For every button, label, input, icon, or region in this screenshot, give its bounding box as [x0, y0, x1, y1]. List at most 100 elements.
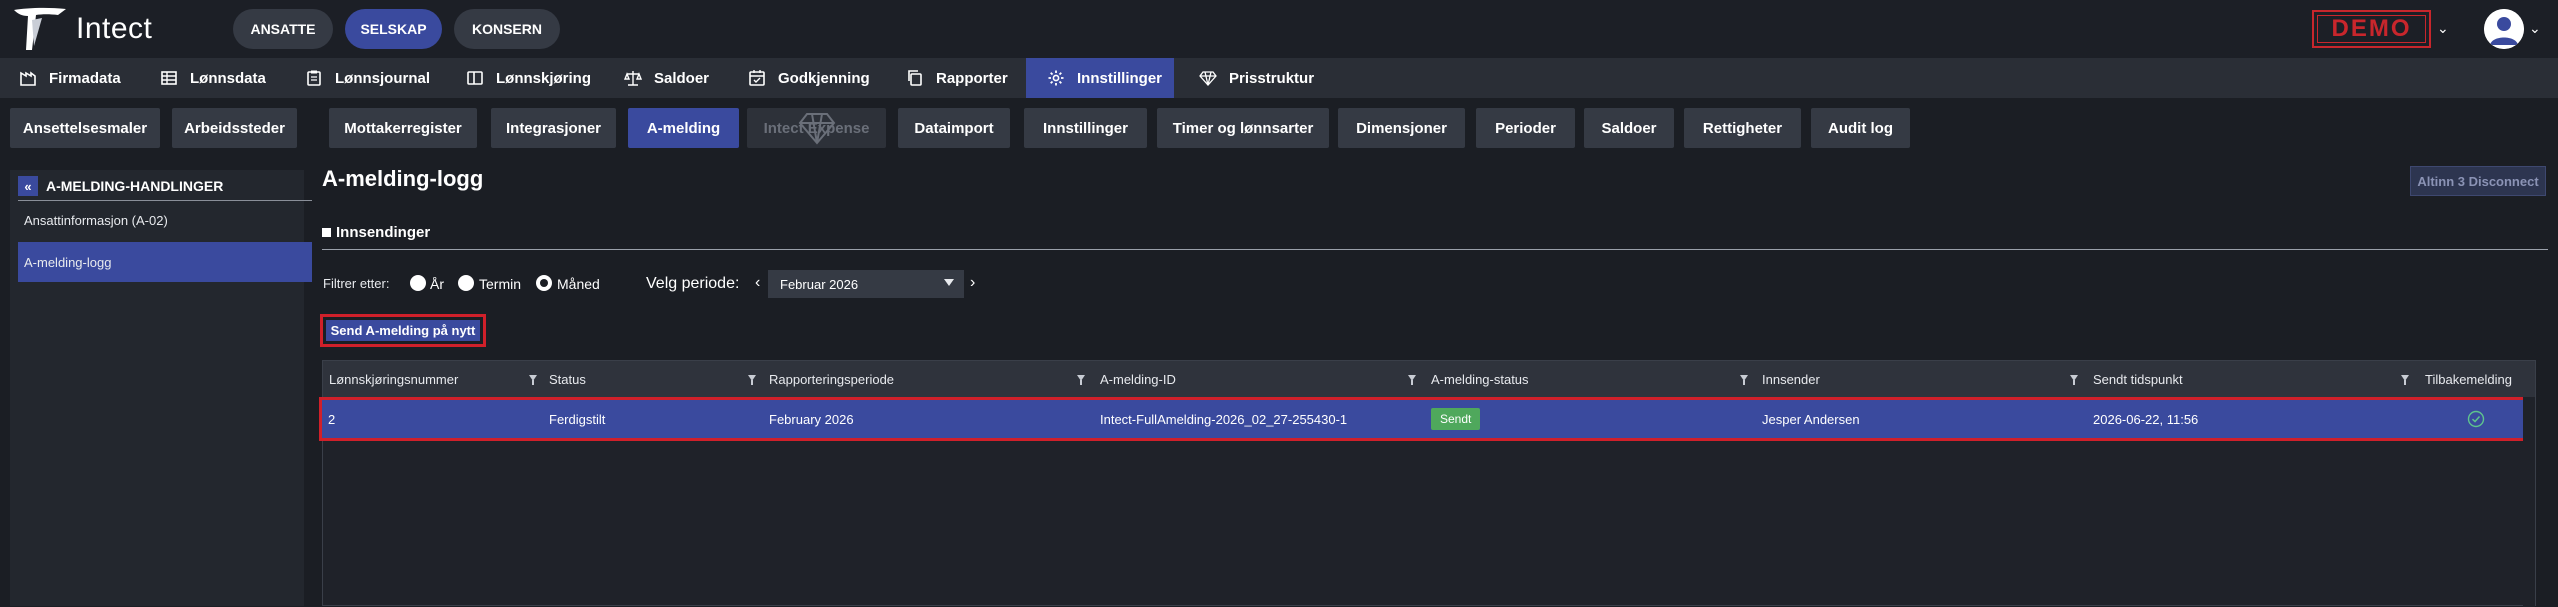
check-circle-icon[interactable]	[2467, 410, 2485, 428]
gear-icon	[1048, 70, 1064, 86]
sidebar-item-a-melding-logg[interactable]: A-melding-logg	[18, 242, 312, 282]
resend-a-melding-button[interactable]: Send A-melding på nytt	[326, 320, 480, 341]
main-nav: Firmadata Lønnsdata Lønnsjournal Lønnskj…	[0, 58, 2558, 98]
calendar-check-icon	[749, 70, 765, 86]
nav-godkjenning[interactable]: Godkjenning	[748, 58, 870, 98]
top-bar: Intect ANSATTE SELSKAP KONSERN DEMO ⌄ ⌄	[0, 0, 2558, 58]
page-title: A-melding-logg	[322, 166, 484, 191]
col-header-sender[interactable]: Innsender	[1756, 361, 1820, 397]
next-period-icon[interactable]: ›	[970, 274, 975, 292]
nav-prisstruktur[interactable]: Prisstruktur	[1199, 58, 1314, 98]
radio-maned[interactable]	[536, 275, 552, 291]
nav-label: Innstillinger	[1077, 69, 1163, 87]
filter-icon[interactable]	[529, 375, 537, 385]
nav-label: Saldoer	[654, 69, 710, 87]
nav-rapporter[interactable]: Rapporter	[906, 58, 1008, 98]
cell-status: Ferdigstilt	[549, 411, 606, 427]
filter-icon[interactable]	[1740, 375, 1748, 385]
radio-termin[interactable]	[458, 275, 474, 291]
intect-logo[interactable]: Intect	[12, 6, 152, 52]
period-label: Velg periode:	[646, 275, 740, 292]
sidebar-header: « A-MELDING-HANDLINGER	[18, 174, 312, 198]
subnav-saldoer[interactable]: Saldoer	[1584, 108, 1674, 148]
user-icon	[2484, 9, 2524, 49]
sidebar-title: A-MELDING-HANDLINGER	[46, 178, 224, 194]
col-header-feedback[interactable]: Tilbakemelding	[2419, 361, 2512, 397]
user-menu-chevron-icon[interactable]: ⌄	[2529, 20, 2541, 37]
section-heading: Innsendinger	[322, 224, 430, 241]
grid-scrollbar[interactable]	[2523, 397, 2535, 607]
col-header-id[interactable]: A-melding-ID	[1094, 361, 1176, 397]
status-badge: Sendt	[1431, 408, 1481, 430]
table-icon	[161, 71, 177, 85]
col-header-period[interactable]: Rapporteringsperiode	[763, 361, 894, 397]
intect-logo-icon	[14, 7, 66, 51]
subnav-integrasjoner[interactable]: Integrasjoner	[491, 108, 616, 148]
company-icon	[20, 71, 36, 86]
filter-label: Filtrer etter:	[323, 276, 390, 291]
filter-icon[interactable]	[748, 375, 756, 385]
cell-run: 2	[328, 411, 336, 427]
radio-ar[interactable]	[410, 275, 426, 291]
nav-label: Godkjenning	[778, 69, 870, 87]
diamond-icon	[1199, 71, 1217, 86]
cell-feedback[interactable]	[2462, 400, 2485, 438]
brand-name: Intect	[76, 12, 153, 45]
cell-sender: Jesper Andersen	[1762, 411, 1860, 427]
resend-highlight: Send A-melding på nytt	[320, 314, 486, 347]
radio-ar-label: År	[430, 276, 444, 292]
subnav-timer-og-lonnsarter[interactable]: Timer og lønnsarter	[1157, 108, 1329, 148]
subnav-mottakerregister[interactable]: Mottakerregister	[329, 108, 477, 148]
mode-selskap-button[interactable]: SELSKAP	[345, 9, 442, 49]
avatar[interactable]	[2484, 9, 2524, 49]
cell-id: Intect-FullAmelding-2026_02_27-255430-1	[1100, 411, 1348, 427]
subnav-dimensjoner[interactable]: Dimensjoner	[1338, 108, 1465, 148]
subnav-dataimport[interactable]: Dataimport	[898, 108, 1010, 148]
previous-period-icon[interactable]: ‹	[755, 274, 760, 292]
period-select[interactable]: Februar 2026	[768, 270, 964, 298]
altinn-disconnect-button[interactable]: Altinn 3 Disconnect	[2410, 166, 2546, 196]
table-row[interactable]: 2 Ferdigstilt February 2026 Intect-FullA…	[322, 400, 2530, 438]
radio-termin-label: Termin	[479, 276, 522, 292]
caret-down-icon	[944, 279, 954, 286]
cell-amelding-status: Sendt	[1426, 400, 1481, 438]
sidebar-divider	[18, 200, 312, 201]
clipboard-icon	[307, 70, 321, 86]
subnav-audit-log[interactable]: Audit log	[1811, 108, 1910, 148]
chevron-down-icon[interactable]: ⌄	[2437, 20, 2449, 37]
nav-lonnsjournal[interactable]: Lønnsjournal	[305, 58, 430, 98]
filter-icon[interactable]	[1077, 375, 1085, 385]
grid-header: Lønnskjøringsnummer Status Rapporterings…	[323, 361, 2535, 397]
col-header-run[interactable]: Lønnskjøringsnummer	[323, 361, 458, 397]
nav-label: Prisstruktur	[1229, 69, 1315, 87]
copy-icon	[908, 70, 922, 86]
subnav-innstillinger[interactable]: Innstillinger	[1024, 108, 1147, 148]
subnav-perioder[interactable]: Perioder	[1476, 108, 1575, 148]
nav-saldoer[interactable]: Saldoer	[624, 58, 709, 98]
subnav-intect-expense: Intect Expense	[747, 108, 886, 148]
radio-maned-label: Måned	[557, 276, 600, 292]
sidebar: « A-MELDING-HANDLINGER Ansattinformasjon…	[10, 170, 312, 606]
mode-konsern-button[interactable]: KONSERN	[454, 9, 560, 49]
mode-ansatte-button[interactable]: ANSATTE	[233, 9, 333, 49]
nav-lonnsdata[interactable]: Lønnsdata	[160, 58, 266, 98]
nav-lonnskjoring[interactable]: Lønnskjøring	[466, 58, 591, 98]
filter-icon[interactable]	[2401, 375, 2409, 385]
nav-label: Rapporter	[936, 69, 1008, 87]
nav-firmadata[interactable]: Firmadata	[19, 58, 121, 98]
collapse-sidebar-button[interactable]: «	[18, 176, 38, 196]
filter-icon[interactable]	[1408, 375, 1416, 385]
col-header-sent[interactable]: Sendt tidspunkt	[2087, 361, 2183, 397]
subnav-rettigheter[interactable]: Rettigheter	[1684, 108, 1801, 148]
nav-label: Lønnsjournal	[335, 69, 430, 87]
subnav-ansettelsesmaler[interactable]: Ansettelsesmaler	[10, 108, 160, 148]
demo-badge: DEMO	[2312, 10, 2431, 48]
cell-period: February 2026	[769, 411, 854, 427]
subnav-a-melding[interactable]: A-melding	[628, 108, 739, 148]
col-header-status[interactable]: Status	[543, 361, 586, 397]
sidebar-item-ansattinformasjon[interactable]: Ansattinformasjon (A-02)	[18, 206, 312, 234]
filter-icon[interactable]	[2070, 375, 2078, 385]
nav-innstillinger[interactable]: Innstillinger	[1026, 58, 1174, 98]
subnav-arbeidssteder[interactable]: Arbeidssteder	[172, 108, 297, 148]
col-header-amelding-status[interactable]: A-melding-status	[1425, 361, 1529, 397]
